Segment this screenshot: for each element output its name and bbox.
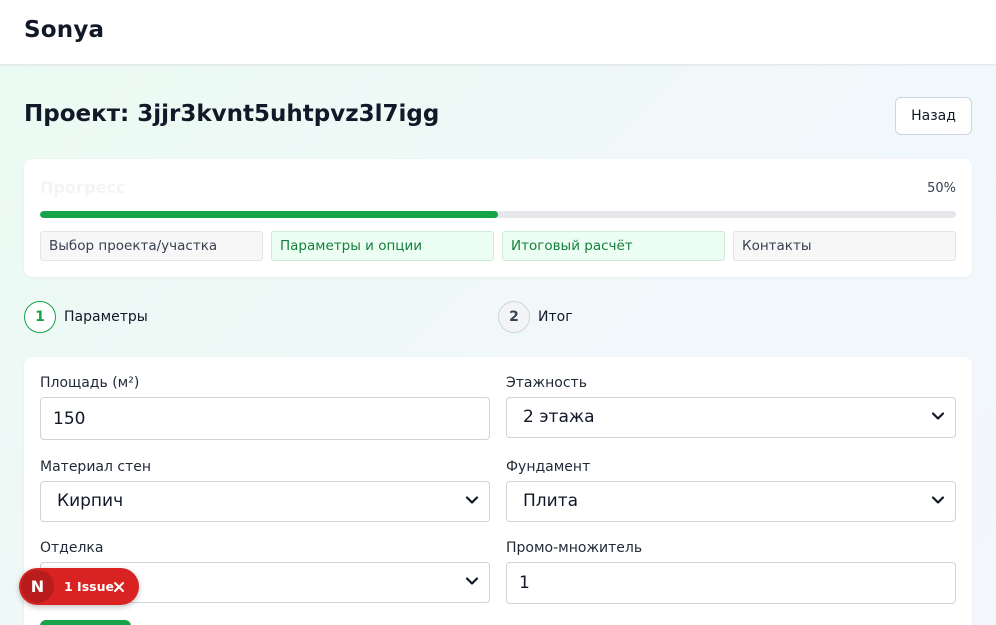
progress-bar-fill (40, 211, 498, 218)
foundation-label: Фундамент (506, 459, 591, 475)
chevron-down-icon (931, 412, 945, 420)
next-button[interactable] (40, 620, 131, 625)
finishing-label: Отделка (40, 540, 104, 556)
brand-logo[interactable]: Sonya (24, 17, 104, 43)
stepper-number-1[interactable]: 1 (24, 301, 56, 333)
chevron-down-icon (931, 496, 945, 504)
promo-input[interactable] (506, 562, 956, 604)
progress-step-project: Выбор проекта/участка (40, 231, 263, 261)
stepper-label-parameters[interactable]: Параметры (64, 309, 148, 325)
stepper-label-total[interactable]: Итог (538, 309, 573, 325)
stepper-number-2[interactable]: 2 (498, 301, 530, 333)
progress-label: Прогресс (40, 178, 126, 197)
wall-material-select-value: Кирпич (57, 491, 124, 511)
progress-step-parameters: Параметры и опции (271, 231, 494, 261)
floors-select[interactable]: 2 этажа (506, 397, 956, 438)
floors-select-value: 2 этажа (523, 407, 595, 427)
close-icon[interactable] (112, 580, 126, 594)
issue-count[interactable]: 1 Issue (64, 579, 114, 594)
page-title: Проект: 3jjr3kvnt5uhtpvz3l7igg (24, 101, 440, 127)
area-label: Площадь (м²) (40, 375, 140, 391)
progress-bar (40, 211, 956, 218)
chevron-down-icon (465, 496, 479, 504)
wall-material-label: Материал стен (40, 459, 152, 475)
foundation-select[interactable]: Плита (506, 481, 956, 522)
progress-percent: 50% (927, 181, 956, 196)
issue-avatar: N (21, 570, 54, 603)
top-bar: Sonya (0, 0, 996, 65)
promo-label: Промо-множитель (506, 540, 643, 556)
wall-material-select[interactable]: Кирпич (40, 481, 490, 522)
chevron-down-icon (465, 577, 479, 585)
floors-label: Этажность (506, 375, 587, 391)
area-input[interactable] (40, 397, 490, 440)
issues-badge[interactable]: N 1 Issue (19, 568, 139, 605)
back-button[interactable]: Назад (895, 97, 972, 135)
parameters-form: Площадь (м²) Этажность 2 этажа Материал … (24, 357, 972, 625)
foundation-select-value: Плита (523, 491, 579, 511)
progress-card: Прогресс 50% Выбор проекта/участка Парам… (24, 159, 972, 277)
progress-step-total: Итоговый расчёт (502, 231, 725, 261)
progress-step-contacts: Контакты (733, 231, 956, 261)
